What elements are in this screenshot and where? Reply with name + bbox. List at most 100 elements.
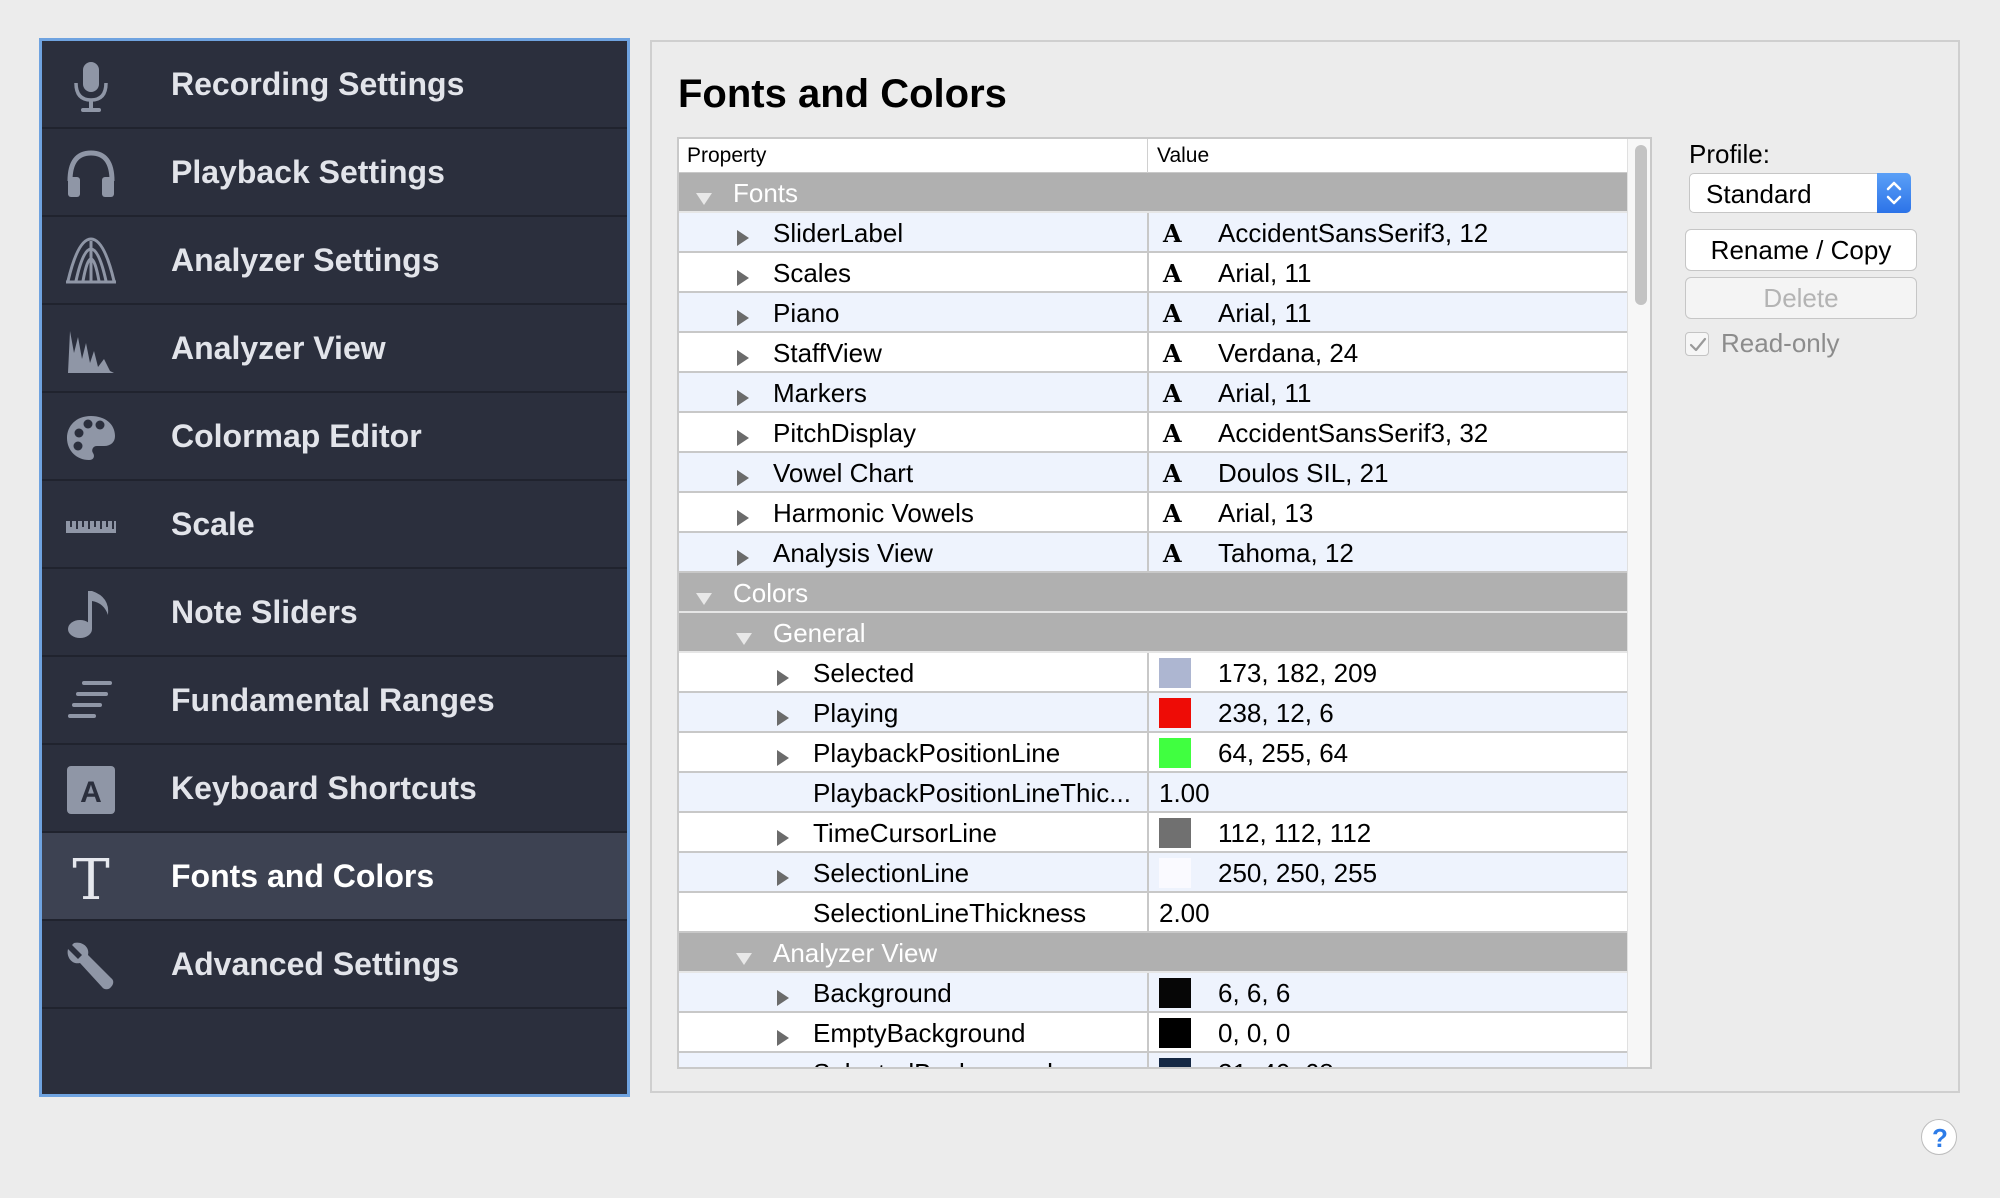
sidebar-item-playback-settings[interactable]: Playback Settings xyxy=(42,129,627,217)
row-value[interactable]: 250, 250, 255 xyxy=(1218,858,1377,889)
table-row[interactable]: SelectionLineThickness 2.00 xyxy=(679,893,1627,933)
column-header-property[interactable]: Property xyxy=(687,144,766,168)
row-property-name: SelectedBackground xyxy=(813,1058,1053,1067)
rename-copy-button[interactable]: Rename / Copy xyxy=(1685,229,1917,271)
table-group-row[interactable]: Colors xyxy=(679,573,1627,613)
disclosure-right-icon[interactable] xyxy=(735,543,751,566)
color-swatch[interactable] xyxy=(1159,818,1191,848)
table-row[interactable]: Selected 173, 182, 209 xyxy=(679,653,1627,693)
table-row[interactable]: PlaybackPositionLineThic... 1.00 xyxy=(679,773,1627,813)
profile-select[interactable]: Standard xyxy=(1689,173,1911,213)
table-row[interactable]: Playing 238, 12, 6 xyxy=(679,693,1627,733)
disclosure-right-icon[interactable] xyxy=(735,503,751,526)
disclosure-right-icon[interactable] xyxy=(775,703,791,726)
disclosure-right-icon[interactable] xyxy=(775,1063,791,1067)
vertical-scrollbar[interactable] xyxy=(1627,139,1650,1067)
sidebar-item-colormap-editor[interactable]: Colormap Editor xyxy=(42,393,627,481)
color-swatch[interactable] xyxy=(1159,858,1191,888)
table-row[interactable]: EmptyBackground 0, 0, 0 xyxy=(679,1013,1627,1053)
disclosure-right-icon[interactable] xyxy=(775,863,791,886)
row-value[interactable]: AccidentSansSerif3, 32 xyxy=(1218,418,1488,449)
table-group-row[interactable]: Analyzer View xyxy=(679,933,1627,973)
row-value[interactable]: AccidentSansSerif3, 12 xyxy=(1218,218,1488,249)
row-value[interactable]: Doulos SIL, 21 xyxy=(1218,458,1389,489)
row-value[interactable]: Tahoma, 12 xyxy=(1218,538,1354,569)
disclosure-right-icon[interactable] xyxy=(775,823,791,846)
row-value[interactable]: 64, 255, 64 xyxy=(1218,738,1348,769)
row-value[interactable]: 6, 6, 6 xyxy=(1218,978,1290,1009)
disclosure-down-icon[interactable] xyxy=(735,943,752,965)
disclosure-right-icon[interactable] xyxy=(775,1023,791,1046)
sidebar-item-fundamental-ranges[interactable]: Fundamental Ranges xyxy=(42,657,627,745)
color-swatch[interactable] xyxy=(1159,738,1191,768)
row-value[interactable]: Verdana, 24 xyxy=(1218,338,1358,369)
row-value[interactable]: Arial, 13 xyxy=(1218,498,1313,529)
sidebar-item-keyboard-shortcuts[interactable]: A Keyboard Shortcuts xyxy=(42,745,627,833)
column-divider xyxy=(1147,893,1149,933)
table-row[interactable]: StaffView A Verdana, 24 xyxy=(679,333,1627,373)
sidebar-item-note-sliders[interactable]: Note Sliders xyxy=(42,569,627,657)
row-property-name: PlaybackPositionLineThic... xyxy=(813,778,1131,808)
disclosure-right-icon[interactable] xyxy=(735,343,751,366)
table-row[interactable]: Analysis View A Tahoma, 12 xyxy=(679,533,1627,573)
disclosure-right-icon[interactable] xyxy=(775,743,791,766)
color-swatch[interactable] xyxy=(1159,1058,1191,1067)
row-value[interactable]: Arial, 11 xyxy=(1218,378,1311,409)
table-group-row[interactable]: Fonts xyxy=(679,173,1627,213)
table-row[interactable]: TimeCursorLine 112, 112, 112 xyxy=(679,813,1627,853)
disclosure-right-icon[interactable] xyxy=(735,423,751,446)
table-row[interactable]: Harmonic Vowels A Arial, 13 xyxy=(679,493,1627,533)
disclosure-down-icon[interactable] xyxy=(735,623,752,645)
table-row[interactable]: Scales A Arial, 11 xyxy=(679,253,1627,293)
row-value[interactable]: 1.00 xyxy=(1159,778,1210,809)
help-button[interactable]: ? xyxy=(1921,1119,1957,1155)
sidebar-item-recording-settings[interactable]: Recording Settings xyxy=(42,41,627,129)
disclosure-right-icon[interactable] xyxy=(735,463,751,486)
table-row[interactable]: Vowel Chart A Doulos SIL, 21 xyxy=(679,453,1627,493)
sidebar-item-scale[interactable]: Scale xyxy=(42,481,627,569)
disclosure-down-icon[interactable] xyxy=(695,583,712,605)
table-row[interactable]: SelectedBackground 21, 40, 68 xyxy=(679,1053,1627,1067)
disclosure-right-icon[interactable] xyxy=(735,383,751,406)
disclosure-right-icon[interactable] xyxy=(735,223,751,246)
color-swatch[interactable] xyxy=(1159,658,1191,688)
table-row[interactable]: PlaybackPositionLine 64, 255, 64 xyxy=(679,733,1627,773)
table-row[interactable]: SelectionLine 250, 250, 255 xyxy=(679,853,1627,893)
sidebar-item-fonts-and-colors[interactable]: T Fonts and Colors xyxy=(42,833,627,921)
disclosure-right-icon[interactable] xyxy=(775,983,791,1006)
row-value[interactable]: 0, 0, 0 xyxy=(1218,1018,1290,1049)
sidebar-item-analyzer-view[interactable]: Analyzer View xyxy=(42,305,627,393)
table-row[interactable]: Piano A Arial, 11 xyxy=(679,293,1627,333)
column-divider xyxy=(1147,813,1149,853)
row-value[interactable]: 112, 112, 112 xyxy=(1218,818,1371,849)
disclosure-right-icon[interactable] xyxy=(735,303,751,326)
row-value[interactable]: 2.00 xyxy=(1159,898,1210,929)
table-group-row[interactable]: General xyxy=(679,613,1627,653)
table-row[interactable]: SliderLabel A AccidentSansSerif3, 12 xyxy=(679,213,1627,253)
sidebar-item-analyzer-settings[interactable]: Analyzer Settings xyxy=(42,217,627,305)
delete-button[interactable]: Delete xyxy=(1685,277,1917,319)
disclosure-right-icon[interactable] xyxy=(735,263,751,286)
disclosure-right-icon[interactable] xyxy=(775,663,791,686)
column-divider xyxy=(1147,653,1149,693)
property-table[interactable]: Property Value Fonts SliderLabel A Accident… xyxy=(677,137,1652,1069)
column-header-value[interactable]: Value xyxy=(1157,144,1209,168)
sidebar-item-advanced-settings[interactable]: Advanced Settings xyxy=(42,921,627,1009)
table-row[interactable]: PitchDisplay A AccidentSansSerif3, 32 xyxy=(679,413,1627,453)
row-value[interactable]: 21, 40, 68 xyxy=(1218,1058,1334,1067)
sidebar-item-label: Scale xyxy=(171,506,255,542)
row-value[interactable]: Arial, 11 xyxy=(1218,298,1311,329)
column-divider[interactable] xyxy=(1147,139,1148,173)
scrollbar-thumb[interactable] xyxy=(1635,145,1647,305)
readonly-checkbox[interactable] xyxy=(1685,332,1709,356)
table-row[interactable]: Markers A Arial, 11 xyxy=(679,373,1627,413)
table-row[interactable]: Background 6, 6, 6 xyxy=(679,973,1627,1013)
row-property-name: Vowel Chart xyxy=(773,458,914,488)
disclosure-down-icon[interactable] xyxy=(695,183,712,205)
row-value[interactable]: 238, 12, 6 xyxy=(1218,698,1334,729)
color-swatch[interactable] xyxy=(1159,1018,1191,1048)
row-value[interactable]: Arial, 11 xyxy=(1218,258,1311,289)
color-swatch[interactable] xyxy=(1159,698,1191,728)
color-swatch[interactable] xyxy=(1159,978,1191,1008)
row-value[interactable]: 173, 182, 209 xyxy=(1218,658,1377,689)
